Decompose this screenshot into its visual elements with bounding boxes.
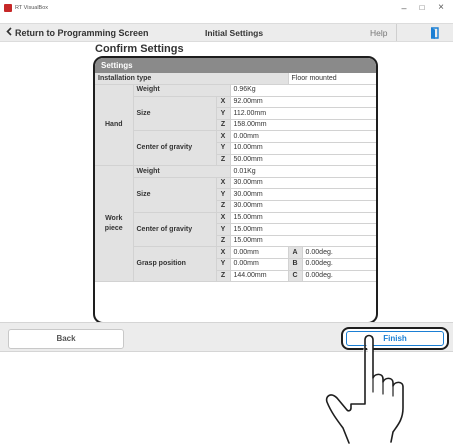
settings-section-title: Settings: [95, 58, 376, 73]
axis-label: Y: [216, 107, 231, 120]
hand-label: Hand: [95, 84, 134, 167]
table-row: Size X 92.00mm: [95, 95, 376, 132]
table-row: Installation type Floor mounted: [95, 73, 376, 86]
screen-title: Initial Settings: [205, 28, 264, 38]
hand-size-label: Size: [133, 95, 217, 132]
workpiece-size-y: 30.00mm: [229, 188, 376, 202]
exit-door-icon[interactable]: [428, 26, 442, 40]
table-row: Center of gravity X 0.00mm: [95, 130, 376, 167]
axis-label: X: [215, 246, 231, 259]
maximize-button[interactable]: □: [415, 1, 429, 15]
hand-cog-y: 10.00mm: [229, 142, 376, 155]
grasp-x: 0.00mm: [229, 246, 289, 259]
hand-size-z: 158.00mm: [229, 118, 376, 132]
installation-type-label: Installation type: [95, 73, 289, 86]
axis-label: Z: [216, 234, 231, 248]
axis-label: Y: [216, 223, 231, 236]
axis-label: X: [215, 95, 231, 109]
installation-type-value: Floor mounted: [287, 73, 376, 86]
table-row: Work piece Weight 0.01Kg: [95, 165, 376, 283]
grasp-b: 0.00deg.: [301, 258, 376, 271]
window-title-bar: RT VisualBox – □ ×: [0, 0, 453, 18]
grasp-z: 144.00mm: [229, 269, 289, 283]
header-bar: Return to Programming Screen Initial Set…: [0, 23, 453, 42]
table-row: Size X 30.00mm: [95, 176, 376, 213]
workpiece-weight-value: 0.01Kg: [229, 165, 376, 178]
axis-label: Y: [216, 142, 231, 155]
axis-label: X: [215, 211, 231, 225]
header-divider: [396, 24, 397, 41]
hand-size-x: 92.00mm: [229, 95, 376, 109]
axis-label: Z: [216, 118, 231, 132]
return-to-programming-link[interactable]: Return to Programming Screen: [6, 27, 149, 39]
settings-table: Installation type Floor mounted Hand Wei…: [95, 73, 376, 283]
minimize-button[interactable]: –: [397, 1, 411, 15]
table-row: Center of gravity X 15.00mm: [95, 211, 376, 248]
axis-label: Z: [216, 153, 231, 167]
hand-cog-x: 0.00mm: [229, 130, 376, 144]
grasp-position-label: Grasp position: [133, 246, 217, 283]
workpiece-weight-label: Weight: [132, 165, 231, 178]
workpiece-label: Work piece: [95, 165, 134, 283]
grasp-y: 0.00mm: [229, 258, 289, 271]
workpiece-size-x: 30.00mm: [229, 176, 376, 190]
axis-label: Y: [216, 188, 231, 202]
hand-cog-label: Center of gravity: [133, 130, 217, 167]
hand-weight-value: 0.96Kg: [229, 84, 376, 97]
hand-weight-label: Weight: [132, 84, 231, 97]
app-logo-icon: [4, 4, 12, 12]
rot-axis-label: C: [287, 269, 303, 283]
workpiece-size-label: Size: [133, 176, 217, 213]
axis-label: Z: [216, 269, 231, 283]
close-button[interactable]: ×: [434, 1, 448, 15]
table-row: Hand Weight 0.96Kg: [95, 84, 376, 167]
window-title: RT VisualBox: [15, 5, 49, 11]
rot-axis-label: A: [287, 246, 303, 259]
return-label: Return to Programming Screen: [15, 28, 149, 38]
pointing-hand-icon: [325, 334, 404, 444]
workpiece-cog-label: Center of gravity: [133, 211, 217, 248]
axis-label: X: [215, 176, 231, 190]
workpiece-cog-x: 15.00mm: [229, 211, 376, 225]
help-button[interactable]: Help: [370, 27, 387, 39]
axis-label: X: [215, 130, 231, 144]
table-row: Grasp position X 0.00mm A 0.00deg.: [95, 246, 376, 283]
chevron-left-icon: [6, 27, 12, 39]
grasp-c: 0.00deg.: [301, 269, 376, 283]
workpiece-cog-z: 15.00mm: [229, 234, 376, 248]
grasp-a: 0.00deg.: [301, 246, 376, 259]
rot-axis-label: B: [287, 258, 303, 271]
page-title: Confirm Settings: [95, 43, 184, 55]
axis-label: Y: [216, 258, 231, 271]
workpiece-size-z: 30.00mm: [229, 200, 376, 213]
settings-panel: Settings Installation type Floor mounted…: [93, 56, 378, 324]
hand-size-y: 112.00mm: [229, 107, 376, 120]
hand-cog-z: 50.00mm: [229, 153, 376, 167]
workpiece-cog-y: 15.00mm: [229, 223, 376, 236]
back-button[interactable]: Back: [8, 329, 124, 349]
axis-label: Z: [216, 200, 231, 213]
